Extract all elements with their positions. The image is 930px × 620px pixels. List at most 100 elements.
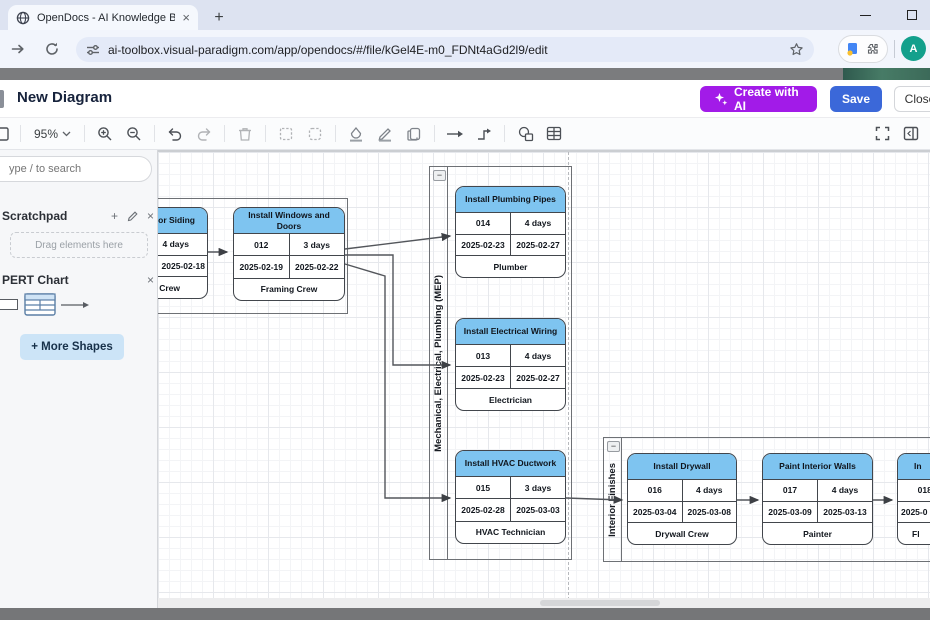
- task-resource: Painter: [763, 523, 872, 544]
- divider: [894, 40, 895, 58]
- task-title: Install Drywall: [628, 454, 736, 480]
- diagram-canvas[interactable]: − Mechanical, Electrical, Plumbing (MEP)…: [158, 150, 930, 598]
- pert-node-drywall[interactable]: Install Drywall 016 4 days 2025-03-04 20…: [627, 453, 737, 545]
- task-duration: 4 days: [510, 345, 565, 366]
- pert-node-electrical[interactable]: Install Electrical Wiring 013 4 days 202…: [455, 318, 566, 411]
- task-id: 012: [234, 234, 289, 255]
- more-shapes-button[interactable]: + More Shapes: [20, 334, 124, 360]
- zoom-in-icon[interactable]: [96, 125, 114, 143]
- task-duration: 3 days: [510, 477, 565, 498]
- scratchpad-edit-icon[interactable]: [127, 211, 138, 222]
- zoom-out-icon[interactable]: [125, 125, 143, 143]
- bookmark-star-icon[interactable]: [789, 42, 804, 57]
- pert-node-plumbing[interactable]: Install Plumbing Pipes 014 4 days 2025-0…: [455, 186, 566, 278]
- save-button[interactable]: Save: [830, 86, 882, 112]
- pert-section-close-icon[interactable]: ×: [147, 274, 154, 286]
- shapes-sidebar: Scratchpad + × Drag elements here PERT C…: [0, 150, 158, 608]
- scratchpad-header: Scratchpad + ×: [2, 208, 154, 224]
- new-tab-button[interactable]: +: [208, 7, 230, 29]
- pert-node-hvac[interactable]: Install HVAC Ductwork 015 3 days 2025-02…: [455, 450, 566, 544]
- extensions-pill[interactable]: [838, 35, 888, 63]
- horizontal-scrollbar[interactable]: [158, 598, 930, 608]
- task-resource: Plumber: [456, 256, 565, 277]
- straight-connector-icon[interactable]: [446, 125, 464, 143]
- scratchpad-close-icon[interactable]: ×: [147, 210, 154, 222]
- search-input[interactable]: [0, 156, 152, 182]
- tab-title: OpenDocs - AI Knowledge Base: [37, 12, 175, 24]
- task-end: 2025-02-18: [158, 256, 207, 277]
- task-id: 014: [456, 213, 510, 234]
- pert-node-windows-doors[interactable]: Install Windows and Doors 012 3 days 202…: [233, 207, 345, 301]
- browser-window: OpenDocs - AI Knowledge Base × + ai-tool…: [0, 0, 930, 620]
- address-bar[interactable]: ai-toolbox.visual-paradigm.com/app/opend…: [76, 37, 814, 62]
- window-minimize-button[interactable]: [845, 0, 885, 30]
- shape-rectangle-thumb[interactable]: [0, 299, 18, 310]
- fullscreen-icon[interactable]: [873, 125, 891, 143]
- scratchpad-dropzone[interactable]: Drag elements here: [10, 232, 148, 258]
- browser-tab[interactable]: OpenDocs - AI Knowledge Base ×: [8, 5, 198, 30]
- line-color-icon[interactable]: [376, 125, 394, 143]
- task-title: Install Electrical Wiring: [456, 319, 565, 345]
- task-title: Install Windows and Doors: [234, 208, 344, 234]
- collapse-button[interactable]: −: [607, 441, 620, 452]
- shapes-icon[interactable]: [516, 125, 534, 143]
- phase-label-band: Interior Finishes: [604, 438, 622, 561]
- create-with-ai-button[interactable]: Create with AI: [700, 86, 817, 112]
- close-button[interactable]: Close: [894, 86, 930, 112]
- profile-avatar[interactable]: A: [901, 36, 926, 61]
- task-title: Install Plumbing Pipes: [456, 187, 565, 213]
- reload-icon[interactable]: [38, 35, 66, 63]
- pert-node-siding[interactable]: or Siding 4 days 2025-02-18 Crew: [158, 207, 208, 299]
- pert-node-next[interactable]: In 018 2025-0 Fl: [897, 453, 930, 545]
- page-top-strip: [0, 68, 930, 80]
- task-start: 2025-02-23: [456, 367, 510, 388]
- toggle-panel-icon[interactable]: [0, 125, 9, 143]
- pert-node-paint[interactable]: Paint Interior Walls 017 4 days 2025-03-…: [762, 453, 873, 545]
- site-info-icon[interactable]: [86, 43, 100, 57]
- redo-icon[interactable]: [195, 125, 213, 143]
- chevron-down-icon: [62, 131, 71, 137]
- forward-icon[interactable]: [4, 35, 32, 63]
- url-text: ai-toolbox.visual-paradigm.com/app/opend…: [108, 43, 781, 57]
- pert-section-header: PERT Chart ×: [2, 272, 154, 288]
- scratchpad-title: Scratchpad: [2, 209, 102, 223]
- browser-tab-bar: OpenDocs - AI Knowledge Base × +: [0, 0, 930, 30]
- task-id: 017: [763, 480, 817, 501]
- task-title: or Siding: [158, 208, 207, 234]
- task-id: 013: [456, 345, 510, 366]
- delete-icon[interactable]: [236, 125, 254, 143]
- scrollbar-thumb[interactable]: [540, 600, 660, 606]
- phase-label-band: Mechanical, Electrical, Plumbing (MEP): [430, 167, 448, 559]
- task-start: 2025-0: [898, 502, 930, 523]
- undo-icon[interactable]: [166, 125, 184, 143]
- task-end: 2025-03-13: [817, 502, 872, 523]
- puzzle-icon[interactable]: [865, 42, 880, 57]
- paste-icon[interactable]: [306, 125, 324, 143]
- format-painter-icon[interactable]: [405, 125, 423, 143]
- task-duration: 4 days: [682, 480, 737, 501]
- tab-close-icon[interactable]: ×: [182, 11, 190, 24]
- task-duration: 4 days: [158, 234, 207, 255]
- zoom-level-value: 95%: [34, 127, 58, 141]
- zoom-level-select[interactable]: 95%: [32, 127, 73, 141]
- page-title: New Diagram: [17, 89, 112, 106]
- task-start: 2025-02-19: [234, 256, 289, 277]
- bottom-strip: [0, 608, 930, 620]
- side-panel-icon[interactable]: [902, 125, 920, 143]
- task-title: In: [898, 454, 930, 480]
- app-menu-icon[interactable]: [0, 90, 4, 108]
- collapse-button[interactable]: −: [433, 170, 446, 181]
- task-title: Paint Interior Walls: [763, 454, 872, 480]
- shape-pert-node-thumb[interactable]: [24, 293, 56, 316]
- elbow-connector-icon[interactable]: [475, 125, 493, 143]
- copy-icon[interactable]: [277, 125, 295, 143]
- fill-color-icon[interactable]: [347, 125, 365, 143]
- scratchpad-add-icon[interactable]: +: [111, 210, 118, 222]
- table-icon[interactable]: [545, 125, 563, 143]
- task-id: 016: [628, 480, 682, 501]
- shape-connector-thumb[interactable]: [60, 300, 90, 310]
- task-resource: Drywall Crew: [628, 523, 736, 544]
- phase-label: Interior Finishes: [607, 463, 618, 537]
- window-maximize-button[interactable]: [892, 0, 930, 30]
- task-duration: 4 days: [817, 480, 872, 501]
